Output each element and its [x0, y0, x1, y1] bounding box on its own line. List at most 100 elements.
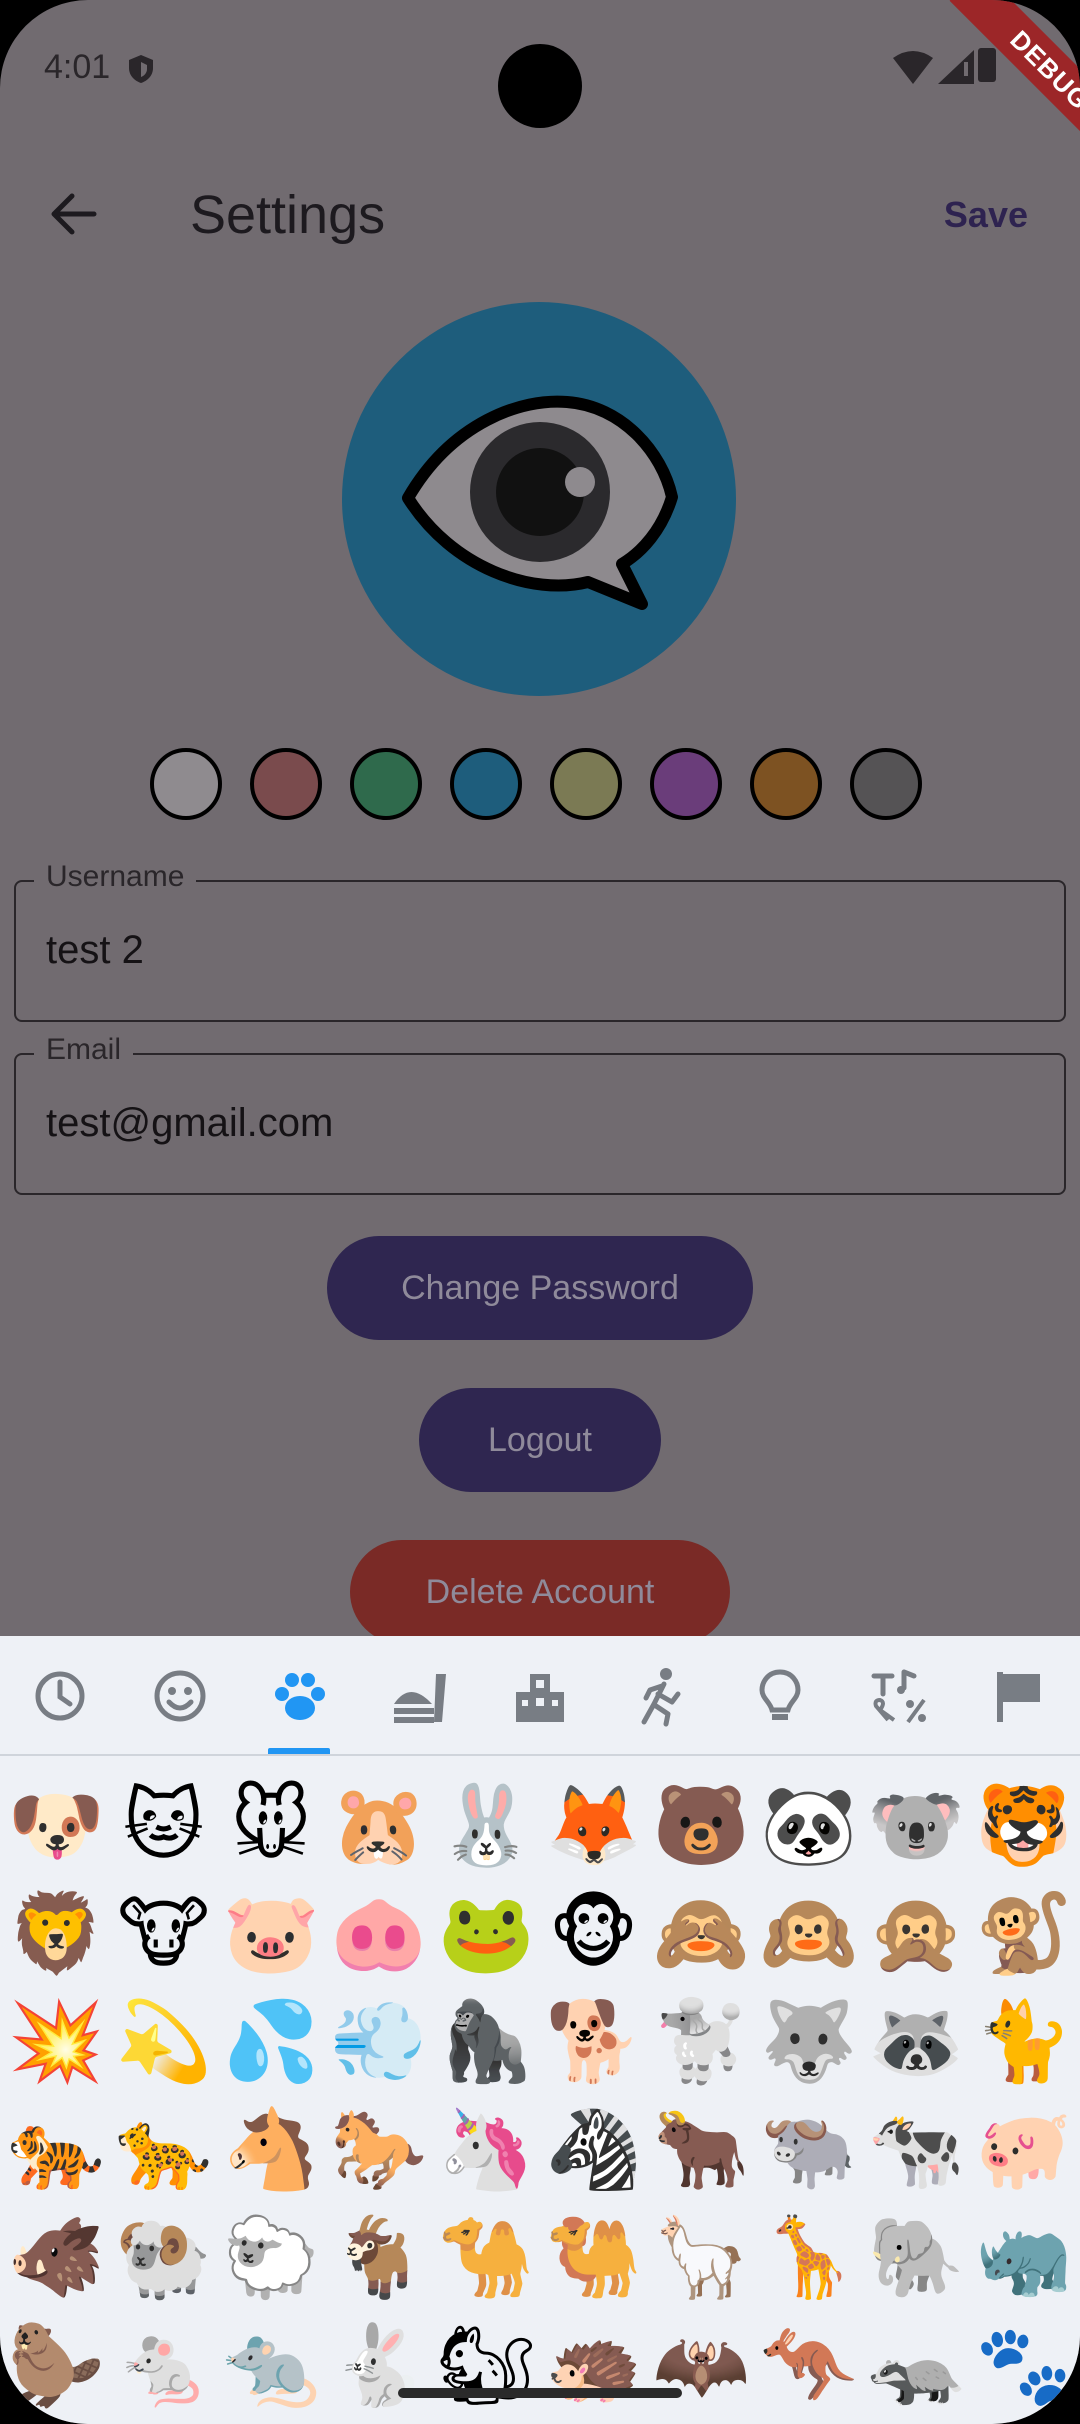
emoji-key[interactable]: 🦏 [970, 2204, 1078, 2312]
emoji-key[interactable]: 🐃 [755, 2096, 863, 2204]
emoji-key[interactable]: 🐭 [217, 1772, 325, 1880]
emoji-key[interactable]: 🐈 [970, 1988, 1078, 2096]
change-password-button[interactable]: Change Password [327, 1236, 753, 1340]
emoji-key[interactable]: 🐪 [432, 2204, 540, 2312]
emoji-key[interactable]: 🐱 [110, 1772, 218, 1880]
email-field[interactable]: Email test@gmail.com [14, 1033, 1066, 1195]
smiley-icon[interactable] [148, 1664, 212, 1728]
username-label: Username [34, 860, 197, 894]
emoji-key[interactable]: 🐂 [647, 2096, 755, 2204]
color-swatch[interactable] [850, 748, 922, 820]
page-title: Settings [190, 185, 386, 245]
color-swatch[interactable] [550, 748, 622, 820]
emoji-key[interactable]: 🙈 [647, 1880, 755, 1988]
emoji-key[interactable]: 💫 [110, 1988, 218, 2096]
logout-button[interactable]: Logout [419, 1388, 661, 1492]
emoji-key[interactable]: 🐮 [110, 1880, 218, 1988]
emoji-key[interactable]: 🐹 [325, 1772, 433, 1880]
emoji-key[interactable]: 🐇 [325, 2312, 433, 2420]
color-swatch[interactable] [650, 748, 722, 820]
emoji-key[interactable]: 🦫 [2, 2312, 110, 2420]
emoji-key[interactable]: 🐽 [325, 1880, 433, 1988]
color-swatch[interactable] [250, 748, 322, 820]
emoji-key[interactable]: 🐰 [432, 1772, 540, 1880]
building-icon[interactable] [508, 1664, 572, 1728]
eye-speech-bubble-icon [402, 395, 678, 610]
emoji-key[interactable]: 🐩 [647, 1988, 755, 2096]
emoji-key[interactable]: 🐯 [970, 1772, 1078, 1880]
symbols-icon[interactable] [868, 1664, 932, 1728]
color-swatch[interactable] [350, 748, 422, 820]
emoji-key[interactable]: 💥 [2, 1988, 110, 2096]
lightbulb-icon[interactable] [748, 1664, 812, 1728]
emoji-key[interactable]: 🐁 [110, 2312, 218, 2420]
emoji-key[interactable]: 🐅 [2, 2096, 110, 2204]
emoji-key[interactable]: 🙊 [862, 1880, 970, 1988]
emoji-key[interactable]: 🐺 [755, 1988, 863, 2096]
camera-cutout [498, 44, 582, 128]
color-swatch[interactable] [150, 748, 222, 820]
emoji-key[interactable]: 🐴 [217, 2096, 325, 2204]
activity-runner-icon[interactable] [628, 1664, 692, 1728]
emoji-key[interactable]: 🦝 [862, 1988, 970, 2096]
paw-icon[interactable] [268, 1664, 332, 1728]
flag-icon[interactable] [988, 1664, 1052, 1728]
debug-banner: DEBUG [910, 0, 1080, 170]
emoji-key[interactable]: 🦡 [862, 2312, 970, 2420]
emoji-key[interactable]: 🐑 [217, 2204, 325, 2312]
save-button[interactable]: Save [944, 194, 1028, 236]
email-value: test@gmail.com [46, 1101, 334, 1145]
avatar-color-picker [150, 748, 930, 828]
emoji-key[interactable]: 🙉 [755, 1880, 863, 1988]
status-time: 4:01 [44, 48, 111, 86]
emoji-key[interactable]: 🦄 [432, 2096, 540, 2204]
emoji-key[interactable]: 🐄 [862, 2096, 970, 2204]
emoji-key[interactable]: 🐎 [325, 2096, 433, 2204]
emoji-key[interactable]: 🐸 [432, 1880, 540, 1988]
emoji-key[interactable]: 🐖 [970, 2096, 1078, 2204]
emoji-key[interactable]: 💦 [217, 1988, 325, 2096]
delete-account-button[interactable]: Delete Account [350, 1540, 730, 1644]
emoji-key[interactable]: 🐿 [432, 2312, 540, 2420]
emoji-key[interactable]: 🐏 [110, 2204, 218, 2312]
emoji-key[interactable]: 🐶 [2, 1772, 110, 1880]
back-arrow-icon[interactable] [44, 186, 100, 242]
emoji-key[interactable]: 🐀 [217, 2312, 325, 2420]
emoji-key[interactable]: 🐕 [540, 1988, 648, 2096]
email-label: Email [34, 1033, 134, 1067]
username-value: test 2 [46, 928, 144, 972]
color-swatch[interactable] [750, 748, 822, 820]
emoji-key[interactable]: 🐘 [862, 2204, 970, 2312]
emoji-key[interactable]: 💨 [325, 1988, 433, 2096]
avatar[interactable] [342, 302, 736, 696]
home-indicator [398, 2388, 682, 2398]
emoji-key[interactable]: 🦒 [755, 2204, 863, 2312]
emoji-key[interactable]: 🐾 [970, 2312, 1078, 2420]
food-icon[interactable] [388, 1664, 452, 1728]
emoji-key[interactable]: 🐫 [540, 2204, 648, 2312]
emoji-key[interactable]: 🐨 [862, 1772, 970, 1880]
emoji-key[interactable]: 🐆 [110, 2096, 218, 2204]
emoji-key[interactable]: 🐷 [217, 1880, 325, 1988]
emoji-key[interactable]: 🐐 [325, 2204, 433, 2312]
emoji-key[interactable]: 🐗 [2, 2204, 110, 2312]
username-field[interactable]: Username test 2 [14, 860, 1066, 1022]
emoji-key[interactable]: 🦍 [432, 1988, 540, 2096]
divider [0, 1754, 1080, 1756]
color-swatch[interactable] [450, 748, 522, 820]
emoji-key[interactable]: 🐵 [540, 1880, 648, 1988]
emoji-key[interactable]: 🐼 [755, 1772, 863, 1880]
emoji-key[interactable]: 🦊 [540, 1772, 648, 1880]
app-screen: 4:01 DEBUG Settings Save Username test 2 [0, 0, 1080, 2424]
emoji-key[interactable]: 🐻 [647, 1772, 755, 1880]
emoji-key[interactable]: 🦔 [540, 2312, 648, 2420]
emoji-key[interactable]: 🦙 [647, 2204, 755, 2312]
recent-clock-icon[interactable] [28, 1664, 92, 1728]
emoji-key[interactable]: 🦇 [647, 2312, 755, 2420]
emoji-key[interactable]: 🦁 [2, 1880, 110, 1988]
debug-label: DEBUG [949, 0, 1080, 170]
emoji-keyboard: 🐶 🐱 🐭 🐹 🐰 🦊 🐻 🐼 🐨 🐯 🦁 🐮 🐷 🐽 🐸 🐵 🙈 🙉 🙊 🐒 💥 💫 💦 💨 🦍 🐕 🐩 🐺 🦝 🐈 🐅 🐆 🐴 🐎 🦄 🦓 🐂 🐃 🐄 🐖… [0, 1636, 1080, 2424]
emoji-key[interactable]: 🦓 [540, 2096, 648, 2204]
emoji-key[interactable]: 🐒 [970, 1880, 1078, 1988]
emoji-key[interactable]: 🦘 [755, 2312, 863, 2420]
